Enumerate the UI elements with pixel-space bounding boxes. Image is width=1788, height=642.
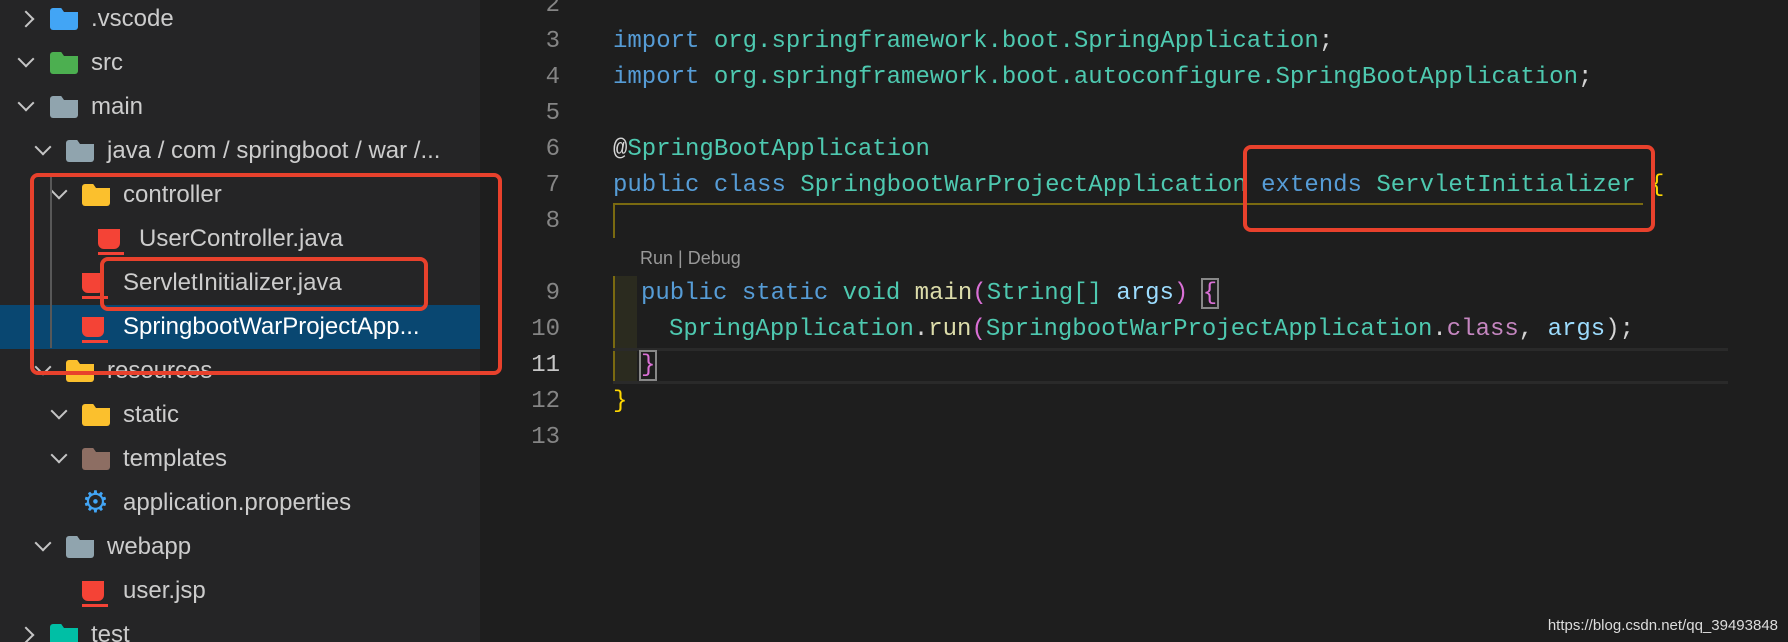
tree-item-label: application.properties bbox=[123, 489, 352, 516]
chevron-down-icon[interactable] bbox=[34, 138, 52, 156]
tree-item[interactable]: java / com / springboot / war /... bbox=[0, 129, 480, 173]
code-line-10: SpringApplication.run(SpringbootWarProje… bbox=[669, 316, 1635, 343]
src-folder-icon bbox=[50, 52, 78, 74]
line-number: 3 bbox=[545, 28, 560, 55]
static-folder-icon bbox=[82, 404, 110, 426]
tree-item[interactable]: .vscode bbox=[0, 0, 480, 41]
watermark: https://blog.csdn.net/qq_39493848 bbox=[1547, 617, 1778, 634]
chevron-down-icon[interactable] bbox=[34, 534, 52, 552]
code-line-3: import org.springframework.boot.SpringAp… bbox=[613, 28, 1334, 55]
tree-item[interactable]: static bbox=[0, 393, 480, 437]
gear-icon: ⚙ bbox=[82, 486, 109, 519]
chevron-down-icon[interactable] bbox=[17, 50, 35, 68]
chevron-right-icon[interactable] bbox=[17, 626, 35, 642]
annotation-box-extends bbox=[1243, 145, 1655, 232]
code-line-9: public static void main(String[] args) { bbox=[641, 278, 1220, 309]
line-number: 2 bbox=[545, 0, 560, 19]
current-line-highlight bbox=[613, 348, 1728, 384]
folder-icon bbox=[50, 96, 78, 118]
folder-icon bbox=[66, 536, 94, 558]
tree-item-label: java / com / springboot / war /... bbox=[107, 137, 441, 164]
tree-item[interactable]: user.jsp bbox=[0, 569, 480, 613]
indent-guide bbox=[613, 203, 615, 238]
folder-icon bbox=[66, 140, 94, 162]
code-line-4: import org.springframework.boot.autoconf… bbox=[613, 64, 1593, 91]
templates-folder-icon bbox=[82, 448, 110, 470]
line-number: 13 bbox=[531, 424, 560, 451]
tree-item-label: .vscode bbox=[91, 5, 174, 32]
code-editor[interactable]: Run | Debug import org.springframework.b… bbox=[480, 0, 1788, 642]
codelens-run-debug[interactable]: Run | Debug bbox=[640, 248, 741, 269]
tree-item-label: user.jsp bbox=[123, 577, 206, 604]
line-number: 5 bbox=[545, 100, 560, 127]
tree-item[interactable]: ⚙ application.properties bbox=[0, 481, 480, 525]
tree-item-label: main bbox=[91, 93, 144, 120]
chevron-right-icon[interactable] bbox=[17, 10, 35, 28]
chevron-down-icon[interactable] bbox=[17, 94, 35, 112]
tree-item-label: webapp bbox=[107, 533, 192, 560]
chevron-down-icon[interactable] bbox=[50, 402, 68, 420]
vscode-folder-icon bbox=[50, 8, 78, 30]
tree-item[interactable]: src bbox=[0, 41, 480, 85]
chevron-down-icon[interactable] bbox=[50, 446, 68, 464]
code-line-12: } bbox=[613, 388, 628, 415]
tree-item[interactable]: templates bbox=[0, 437, 480, 481]
code-line-6: @SpringBootApplication bbox=[613, 136, 930, 163]
test-folder-icon bbox=[50, 624, 78, 642]
line-number: 6 bbox=[545, 136, 560, 163]
tree-item-label: src bbox=[91, 49, 123, 76]
tree-item-label: templates bbox=[123, 445, 228, 472]
tree-item-label: static bbox=[123, 401, 180, 428]
annotation-box-servlet-initializer bbox=[100, 257, 428, 311]
java-file-icon bbox=[82, 581, 108, 607]
tree-item-label: test bbox=[91, 621, 130, 642]
tree-item[interactable]: test bbox=[0, 613, 480, 642]
line-number: 4 bbox=[545, 64, 560, 91]
tree-item[interactable]: main bbox=[0, 85, 480, 129]
line-number: 12 bbox=[531, 388, 560, 415]
code-line-11: } bbox=[638, 350, 658, 381]
tree-item[interactable]: webapp bbox=[0, 525, 480, 569]
